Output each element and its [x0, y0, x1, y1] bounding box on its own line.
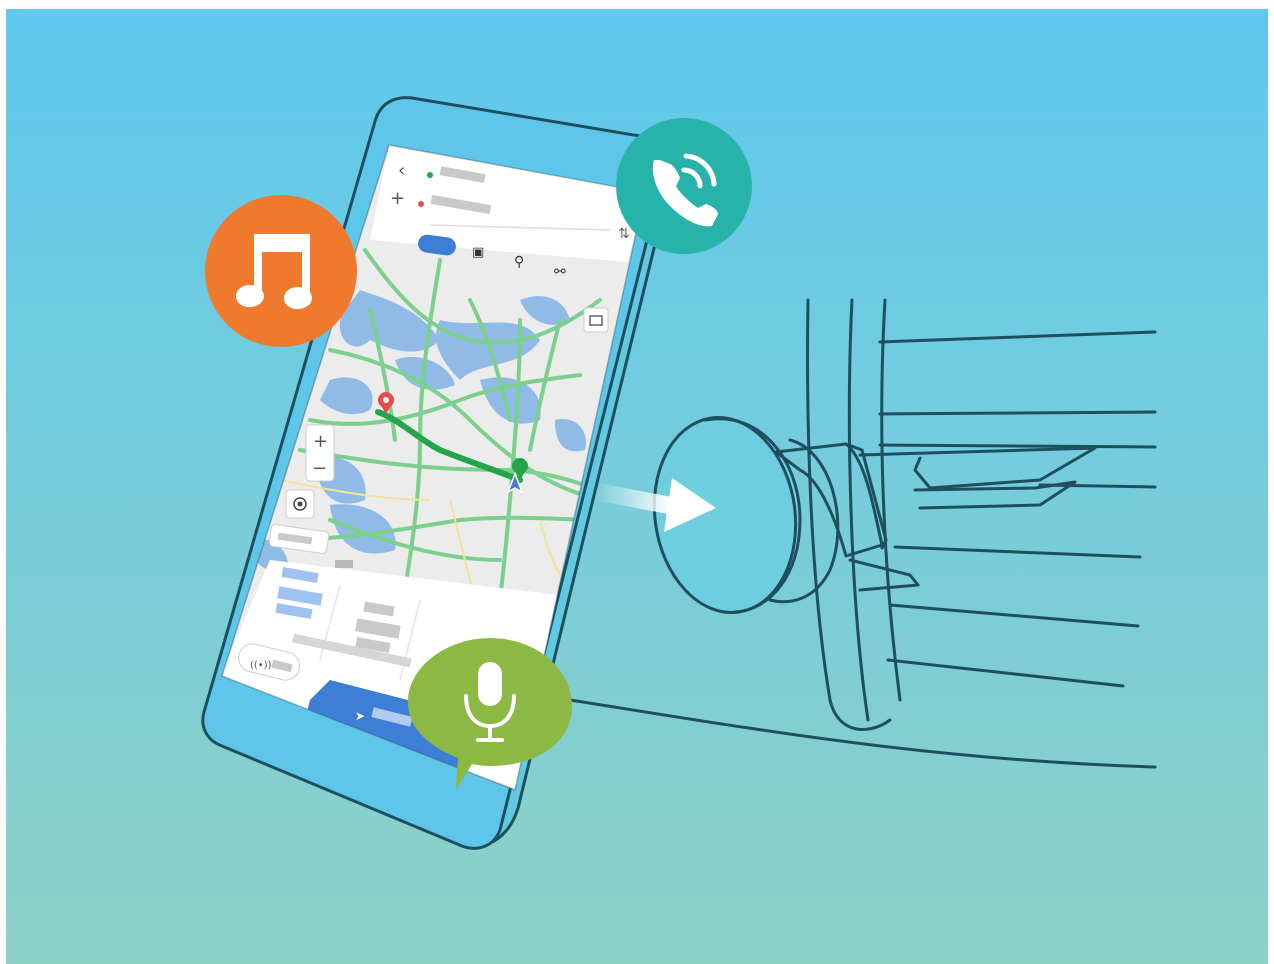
plus-icon[interactable]: + — [390, 188, 405, 209]
illustration-canvas: ‹ + ⇅ ▣ ⚲ ⚯ + − ((•)) ➤ — [6, 9, 1268, 964]
zoom-out-icon[interactable]: − — [312, 458, 327, 479]
car-mount-illustration: ‹ + ⇅ ▣ ⚲ ⚯ + − ((•)) ➤ — [0, 0, 1274, 964]
svg-text:➤: ➤ — [355, 709, 365, 723]
bike-icon[interactable]: ⚯ — [554, 264, 566, 280]
zoom-in-icon[interactable]: + — [313, 431, 328, 452]
music-note-icon — [205, 195, 357, 347]
zoom-controls: + − — [305, 424, 335, 482]
swap-icon[interactable]: ⇅ — [618, 226, 630, 242]
phone-call-icon — [616, 118, 752, 254]
back-arrow-icon[interactable]: ‹ — [398, 160, 405, 181]
locate-icon[interactable] — [285, 489, 315, 519]
walk-icon[interactable]: ⚲ — [514, 254, 524, 270]
bus-icon[interactable]: ▣ — [472, 245, 484, 260]
briefcase-icon[interactable] — [583, 307, 609, 333]
svg-text:((•)): ((•)) — [250, 660, 272, 671]
